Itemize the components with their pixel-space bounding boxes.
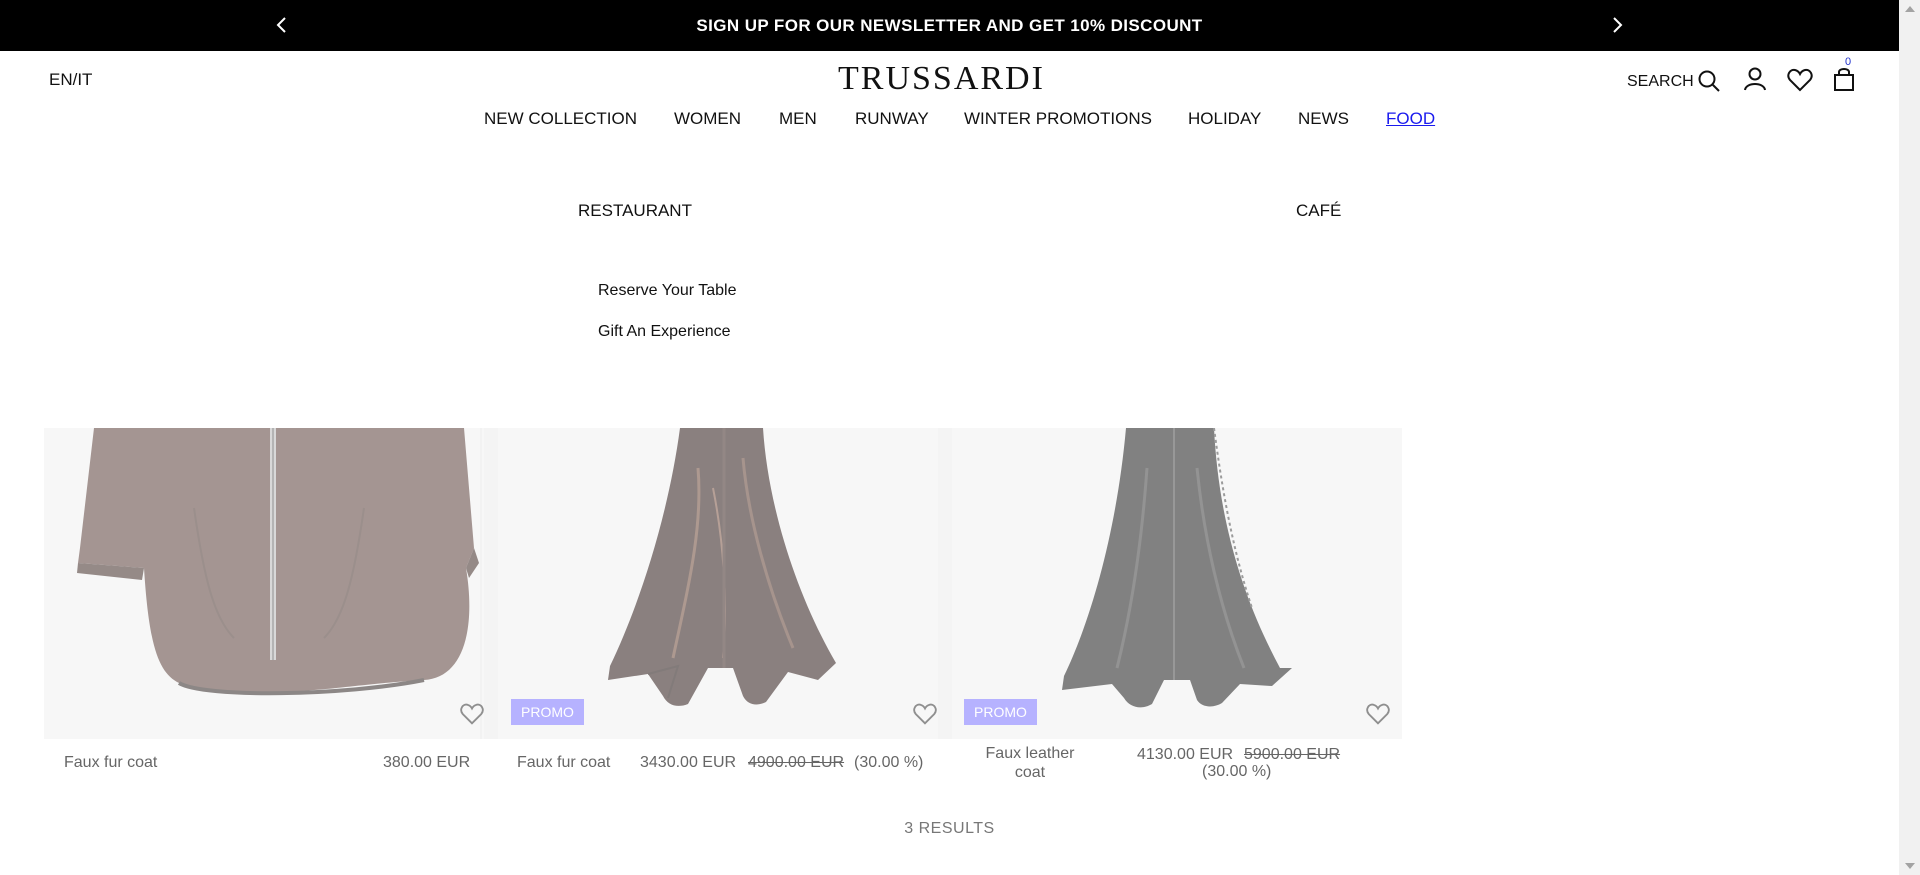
reserve-table-link[interactable]: Reserve Your Table	[598, 282, 736, 300]
language-switch[interactable]: EN/IT	[49, 70, 92, 90]
banner-text[interactable]: SIGN UP FOR OUR NEWSLETTER AND GET 10% D…	[696, 16, 1202, 36]
nav-item-food[interactable]: FOOD	[1386, 109, 1435, 129]
food-menu-cafe[interactable]: CAFÉ	[1296, 201, 1341, 221]
product-price: 4130.00 EUR	[1137, 746, 1234, 763]
nav-item-winter-promotions[interactable]: WINTER PROMOTIONS	[964, 109, 1152, 129]
cart-count: 0	[1845, 56, 1852, 68]
coat-brown-image	[44, 428, 484, 739]
chevron-right-icon[interactable]	[1605, 13, 1629, 37]
nav-item-holiday[interactable]: HOLIDAY	[1188, 109, 1261, 129]
chevron-left-icon[interactable]	[270, 13, 294, 37]
scroll-down-icon[interactable]	[1905, 863, 1915, 869]
search-icon[interactable]	[1695, 67, 1723, 95]
account-icon[interactable]	[1741, 65, 1769, 93]
wishlist-icon[interactable]	[1786, 66, 1814, 94]
page-scrollbar[interactable]	[1899, 0, 1920, 875]
product-old-price: 4900.00 EUR	[748, 754, 845, 771]
cart-icon[interactable]	[1830, 65, 1858, 93]
product-price: 380.00 EUR	[383, 754, 471, 771]
product-image-faux-fur-coat-brown[interactable]	[44, 428, 484, 739]
product-discount: (30.00 %)	[1202, 763, 1272, 780]
add-to-wishlist-icon[interactable]	[1365, 701, 1391, 727]
product-price: 3430.00 EUR	[640, 754, 737, 771]
brand-logo[interactable]: TRUSSARDI	[838, 60, 1045, 98]
newsletter-banner: SIGN UP FOR OUR NEWSLETTER AND GET 10% D…	[0, 0, 1899, 51]
product-image-faux-leather-coat[interactable]	[952, 428, 1402, 739]
nav-item-new-collection[interactable]: NEW COLLECTION	[484, 109, 637, 129]
coat-bronze-image	[498, 428, 938, 739]
product-name[interactable]: Faux fur coat	[64, 754, 157, 772]
nav-item-men[interactable]: MEN	[779, 109, 817, 129]
nav-item-news[interactable]: NEWS	[1298, 109, 1349, 129]
scroll-up-icon[interactable]	[1905, 6, 1915, 12]
product-discount: (30.00 %)	[854, 754, 924, 771]
results-count: 3 RESULTS	[904, 820, 995, 837]
promo-badge: PROMO	[964, 699, 1037, 725]
gift-experience-link[interactable]: Gift An Experience	[598, 323, 731, 341]
nav-item-women[interactable]: WOMEN	[674, 109, 741, 129]
nav-item-runway[interactable]: RUNWAY	[855, 109, 929, 129]
add-to-wishlist-icon[interactable]	[912, 701, 938, 727]
product-name[interactable]: Faux fur coat	[517, 754, 610, 772]
search-label[interactable]: SEARCH	[1627, 73, 1694, 91]
product-image-faux-fur-coat-bronze[interactable]	[498, 428, 938, 739]
add-to-wishlist-icon[interactable]	[459, 701, 485, 727]
product-old-price: 5900.00 EUR	[1244, 746, 1341, 763]
coat-black-leather-image	[952, 428, 1402, 739]
promo-badge: PROMO	[511, 699, 584, 725]
food-menu-restaurant[interactable]: RESTAURANT	[578, 201, 692, 221]
product-name[interactable]: Faux leather coat	[980, 744, 1080, 782]
